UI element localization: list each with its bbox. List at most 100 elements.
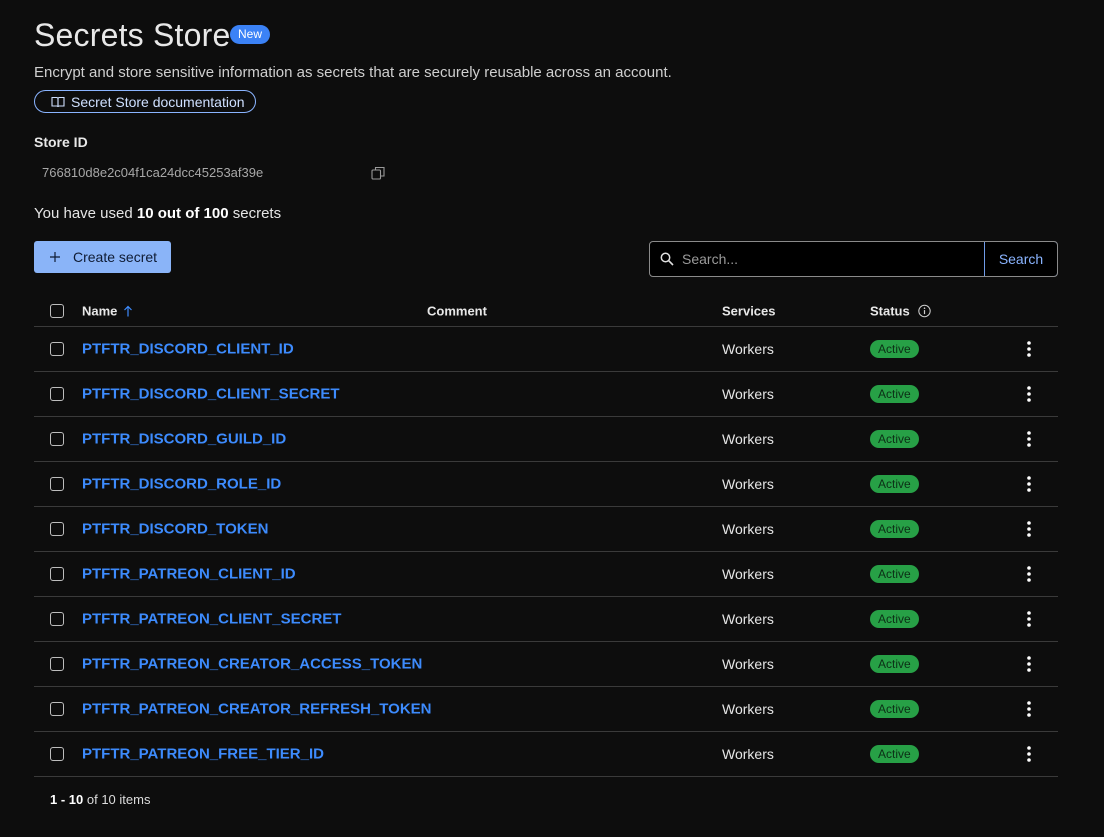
status-badge: Active: [870, 430, 919, 448]
table-row: PTFTR_PATREON_CLIENT_ID Workers Active: [34, 552, 1058, 597]
info-icon[interactable]: [918, 304, 931, 318]
copy-icon[interactable]: [371, 166, 385, 180]
new-badge: New: [230, 25, 271, 44]
usage-summary: You have used 10 out of 100 secrets: [34, 205, 281, 222]
secret-name-link[interactable]: PTFTR_DISCORD_CLIENT_ID: [82, 341, 294, 358]
table-row: PTFTR_PATREON_CLIENT_SECRET Workers Active: [34, 597, 1058, 642]
status-cell: Active: [870, 745, 919, 763]
kebab-menu-icon[interactable]: [1022, 745, 1036, 763]
status-cell: Active: [870, 565, 919, 583]
store-id-label: Store ID: [34, 134, 88, 150]
status-cell: Active: [870, 385, 919, 403]
create-secret-label: Create secret: [73, 249, 158, 265]
secret-name-link[interactable]: PTFTR_PATREON_CLIENT_SECRET: [82, 611, 341, 628]
table-header: Name Comment Services Status: [34, 296, 1058, 327]
documentation-link-label: Secret Store documentation: [71, 93, 245, 110]
status-badge: Active: [870, 340, 919, 358]
table-row: PTFTR_DISCORD_ROLE_ID Workers Active: [34, 462, 1058, 507]
secret-name-link[interactable]: PTFTR_PATREON_CREATOR_REFRESH_TOKEN: [82, 701, 432, 718]
kebab-menu-icon[interactable]: [1022, 565, 1036, 583]
row-checkbox[interactable]: [50, 747, 64, 761]
secret-services: Workers: [722, 341, 774, 357]
status-badge: Active: [870, 385, 919, 403]
kebab-menu-icon[interactable]: [1022, 520, 1036, 538]
secret-name-link[interactable]: PTFTR_PATREON_CREATOR_ACCESS_TOKEN: [82, 656, 422, 673]
table-row: PTFTR_PATREON_CREATOR_ACCESS_TOKEN Worker…: [34, 642, 1058, 687]
status-badge: Active: [870, 610, 919, 628]
status-badge: Active: [870, 700, 919, 718]
store-id-value: 766810d8e2c04f1ca24dcc45253af39e: [42, 165, 264, 180]
row-checkbox[interactable]: [50, 612, 64, 626]
status-cell: Active: [870, 520, 919, 538]
usage-suffix: secrets: [232, 205, 282, 222]
secret-services: Workers: [722, 566, 774, 582]
status-cell: Active: [870, 700, 919, 718]
row-checkbox[interactable]: [50, 432, 64, 446]
kebab-menu-icon[interactable]: [1022, 340, 1036, 358]
kebab-menu-icon[interactable]: [1022, 430, 1036, 448]
secrets-table: Name Comment Services Status PTFTR_DISCO…: [34, 296, 1058, 777]
search-bar: Search: [649, 241, 1058, 277]
kebab-menu-icon[interactable]: [1022, 610, 1036, 628]
table-body: PTFTR_DISCORD_CLIENT_ID Workers Active PTFT…: [34, 327, 1058, 777]
services-column-header: Services: [722, 303, 776, 319]
status-cell: Active: [870, 475, 919, 493]
secret-services: Workers: [722, 431, 774, 447]
secret-name-link[interactable]: PTFTR_DISCORD_CLIENT_SECRET: [82, 386, 340, 403]
status-header-label: Status: [870, 303, 910, 319]
status-badge: Active: [870, 520, 919, 538]
search-input[interactable]: [682, 251, 962, 267]
book-icon: [51, 96, 65, 107]
usage-prefix: You have used: [34, 205, 133, 222]
table-row: PTFTR_DISCORD_GUILD_ID Workers Active: [34, 417, 1058, 462]
kebab-menu-icon[interactable]: [1022, 700, 1036, 718]
name-column-header[interactable]: Name: [82, 304, 133, 319]
kebab-menu-icon[interactable]: [1022, 475, 1036, 493]
secret-name-link[interactable]: PTFTR_PATREON_CLIENT_ID: [82, 566, 296, 583]
secret-services: Workers: [722, 476, 774, 492]
secret-services: Workers: [722, 701, 774, 717]
row-checkbox[interactable]: [50, 657, 64, 671]
arrow-up-icon: [124, 305, 133, 316]
secret-services: Workers: [722, 386, 774, 402]
status-cell: Active: [870, 430, 919, 448]
row-checkbox[interactable]: [50, 702, 64, 716]
status-cell: Active: [870, 610, 919, 628]
table-row: PTFTR_PATREON_CREATOR_REFRESH_TOKEN Worke…: [34, 687, 1058, 732]
status-badge: Active: [870, 565, 919, 583]
documentation-link[interactable]: Secret Store documentation: [34, 90, 256, 113]
page-title: Secrets Store: [34, 17, 231, 53]
pagination-range: 1 - 10: [50, 792, 84, 807]
kebab-menu-icon[interactable]: [1022, 655, 1036, 673]
secret-name-link[interactable]: PTFTR_DISCORD_ROLE_ID: [82, 476, 281, 493]
secret-name-link[interactable]: PTFTR_PATREON_FREE_TIER_ID: [82, 746, 324, 763]
status-badge: Active: [870, 655, 919, 673]
select-all-checkbox[interactable]: [50, 304, 64, 318]
secret-services: Workers: [722, 656, 774, 672]
secret-name-link[interactable]: PTFTR_DISCORD_GUILD_ID: [82, 431, 286, 448]
kebab-menu-icon[interactable]: [1022, 385, 1036, 403]
usage-amount: 10 out of 100: [136, 205, 229, 222]
status-column-header: Status: [870, 304, 931, 319]
pagination-total: of 10 items: [86, 792, 151, 807]
search-field: [650, 242, 984, 276]
status-badge: Active: [870, 475, 919, 493]
row-checkbox[interactable]: [50, 522, 64, 536]
name-header-label: Name: [82, 303, 118, 319]
status-badge: Active: [870, 745, 919, 763]
row-checkbox[interactable]: [50, 477, 64, 491]
table-row: PTFTR_PATREON_FREE_TIER_ID Workers Active: [34, 732, 1058, 777]
table-row: PTFTR_DISCORD_CLIENT_ID Workers Active: [34, 327, 1058, 372]
secret-name-link[interactable]: PTFTR_DISCORD_TOKEN: [82, 521, 268, 538]
row-checkbox[interactable]: [50, 567, 64, 581]
secret-services: Workers: [722, 611, 774, 627]
plus-icon: [50, 252, 60, 262]
status-cell: Active: [870, 340, 919, 358]
create-secret-button[interactable]: Create secret: [34, 241, 171, 273]
page-subtitle: Encrypt and store sensitive information …: [34, 64, 672, 81]
row-checkbox[interactable]: [50, 342, 64, 356]
row-checkbox[interactable]: [50, 387, 64, 401]
pagination-summary: 1 - 10 of 10 items: [50, 792, 150, 807]
secret-services: Workers: [722, 746, 774, 762]
search-button[interactable]: Search: [984, 242, 1057, 276]
